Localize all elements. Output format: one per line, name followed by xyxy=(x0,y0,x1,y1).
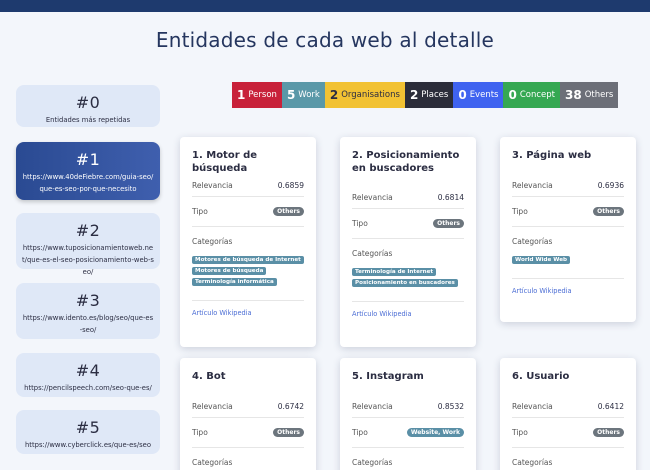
type-row: Tipo Others xyxy=(352,209,464,239)
categories-label: Categorías xyxy=(192,237,233,246)
type-badge: Others xyxy=(273,428,304,437)
relevance-label: Relevancia xyxy=(352,402,393,411)
categories-label: Categorías xyxy=(352,249,393,258)
type-label: Tipo xyxy=(352,428,368,437)
type-row: Tipo Website, Work xyxy=(352,418,464,448)
relevance-label: Relevancia xyxy=(512,181,553,190)
sidebar-item-number: #2 xyxy=(75,221,101,240)
sidebar-item-number: #5 xyxy=(75,418,101,437)
entity-title: 5. Instagram xyxy=(352,371,424,382)
top-bar xyxy=(0,0,650,12)
type-badge: Others xyxy=(593,207,624,216)
entity-title: 4. Bot xyxy=(192,371,226,382)
category-tag[interactable]: Motores de búsqueda xyxy=(192,267,267,275)
sidebar-item-4[interactable]: #4 https://pencilspeech.com/seo-que-es/ xyxy=(16,353,160,397)
categories-label: Categorías xyxy=(192,458,233,467)
relevance-row: Relevancia 0.6412 xyxy=(512,396,624,418)
category-tag[interactable]: Posicionamiento en buscadores xyxy=(352,279,458,287)
wikipedia-link[interactable]: Artículo Wikipedia xyxy=(512,278,624,295)
type-label: Tipo xyxy=(512,428,528,437)
sidebar-item-2[interactable]: #2 https://www.tuposicionamientoweb.net/… xyxy=(16,213,160,276)
type-row: Tipo Others xyxy=(512,418,624,448)
relevance-row: Relevancia 0.6814 xyxy=(352,187,464,209)
type-badge: Website, Work xyxy=(406,428,464,437)
relevance-label: Relevancia xyxy=(352,193,393,202)
relevance-row: Relevancia 0.6859 xyxy=(192,175,304,197)
category-tags: World Wide Web xyxy=(512,256,624,264)
relevance-value: 0.6859 xyxy=(277,181,304,190)
wikipedia-link[interactable]: Artículo Wikipedia xyxy=(192,300,304,317)
sidebar-item-1[interactable]: #1 https://www.40deFiebre.com/guia-seo/q… xyxy=(16,142,160,200)
entity-title: 2. Posicionamiento en buscadores xyxy=(352,150,460,174)
type-badge: Others xyxy=(593,428,624,437)
stat-work: 5 Work xyxy=(281,82,325,108)
sidebar-item-text: https://www.cyberclick.es/que-es/seo xyxy=(25,441,151,449)
sidebar-item-text: https://www.40deFiebre.com/guia-seo/que-… xyxy=(22,173,154,193)
relevance-row: Relevancia 0.6742 xyxy=(192,396,304,418)
category-tag[interactable]: World Wide Web xyxy=(512,256,571,264)
sidebar-item-number: #3 xyxy=(75,291,101,310)
sidebar-item-5[interactable]: #5 https://www.cyberclick.es/que-es/seo xyxy=(16,410,160,454)
sidebar-item-text: https://pencilspeech.com/seo-que-es/ xyxy=(24,384,152,392)
categories-label: Categorías xyxy=(512,458,553,467)
stat-person: 1 Person xyxy=(232,82,282,108)
entity-title: 1. Motor de búsqueda xyxy=(192,150,258,174)
sidebar-item-number: #4 xyxy=(75,361,101,380)
stat-places: 2 Places xyxy=(404,82,454,108)
category-tag[interactable]: Terminología de Internet xyxy=(352,268,437,276)
entity-card: 1. Motor de búsqueda Relevancia 0.6859 T… xyxy=(180,137,316,347)
relevance-value: 0.6412 xyxy=(597,402,624,411)
stat-events: 0 Events xyxy=(453,82,504,108)
relevance-value: 0.6936 xyxy=(597,181,624,190)
type-badge: Others xyxy=(433,219,464,228)
relevance-value: 0.6742 xyxy=(277,402,304,411)
stat-organisations: 2 Organisations xyxy=(324,82,405,108)
sidebar-item-text: https://www.tuposicionamientoweb.net/que… xyxy=(22,244,154,276)
relevance-label: Relevancia xyxy=(192,181,233,190)
type-row: Tipo Others xyxy=(192,418,304,448)
stat-concept: 0 Concept xyxy=(503,82,560,108)
page-title: Entidades de cada web al detalle xyxy=(155,28,495,52)
entity-title: 3. Página web xyxy=(512,150,592,161)
sidebar-item-text: https://www.idento.es/blog/seo/que-es-se… xyxy=(22,314,154,334)
relevance-row: Relevancia 0.6936 xyxy=(512,175,624,197)
entity-card: 2. Posicionamiento en buscadores Relevan… xyxy=(340,137,476,347)
sidebar-item-number: #1 xyxy=(75,150,101,169)
relevance-value: 0.8532 xyxy=(437,402,464,411)
type-label: Tipo xyxy=(352,219,368,228)
relevance-value: 0.6814 xyxy=(437,193,464,202)
sidebar-item-text: Entidades más repetidas xyxy=(45,116,131,124)
entity-title: 6. Usuario xyxy=(512,371,570,382)
entity-card: 5. Instagram Relevancia 0.8532 Tipo Webs… xyxy=(340,358,476,470)
relevance-label: Relevancia xyxy=(192,402,233,411)
type-row: Tipo Others xyxy=(512,197,624,227)
category-tags: Terminología de Internet Posicionamiento… xyxy=(352,268,464,287)
wikipedia-link[interactable]: Artículo Wikipedia xyxy=(352,301,464,318)
sidebar-item-0[interactable]: #0 Entidades más repetidas xyxy=(16,85,160,127)
sidebar-item-3[interactable]: #3 https://www.idento.es/blog/seo/que-es… xyxy=(16,283,160,339)
type-label: Tipo xyxy=(192,428,208,437)
category-tag[interactable]: Motores de búsqueda de Internet xyxy=(192,256,304,264)
type-badge: Others xyxy=(273,207,304,216)
entity-card: 4. Bot Relevancia 0.6742 Tipo Others Cat… xyxy=(180,358,316,470)
type-row: Tipo Others xyxy=(192,197,304,227)
sidebar-item-number: #0 xyxy=(75,93,101,112)
relevance-row: Relevancia 0.8532 xyxy=(352,396,464,418)
entity-stats-bar: 1 Person 5 Work 2 Organisations 2 Places 0 Ev… xyxy=(232,82,619,108)
stat-others: 38 Others xyxy=(559,82,619,108)
category-tags: Motores de búsqueda de Internet Motores … xyxy=(192,256,304,286)
type-label: Tipo xyxy=(512,207,528,216)
categories-label: Categorías xyxy=(352,458,393,467)
relevance-label: Relevancia xyxy=(512,402,553,411)
entity-card: 3. Página web Relevancia 0.6936 Tipo Oth… xyxy=(500,137,636,322)
type-label: Tipo xyxy=(192,207,208,216)
entity-card: 6. Usuario Relevancia 0.6412 Tipo Others… xyxy=(500,358,636,470)
category-tag[interactable]: Terminología informática xyxy=(192,278,277,286)
categories-label: Categorías xyxy=(512,237,553,246)
